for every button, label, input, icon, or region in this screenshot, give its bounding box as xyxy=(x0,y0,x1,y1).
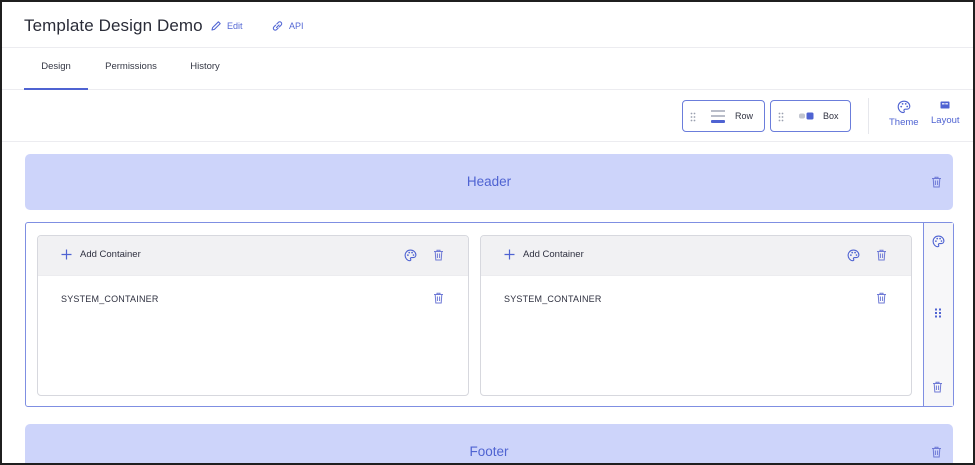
plus-icon xyxy=(61,249,72,260)
container-item-label: SYSTEM_CONTAINER xyxy=(504,294,602,304)
box-tool-button[interactable]: Box xyxy=(770,100,851,132)
edit-label: Edit xyxy=(227,21,243,31)
layout-label: Layout xyxy=(931,115,960,126)
tab-bar: Design Permissions History xyxy=(2,48,973,90)
title-bar: Template Design Demo Edit API xyxy=(2,2,973,48)
tab-permissions[interactable]: Permissions xyxy=(96,48,166,90)
palette-icon xyxy=(897,100,911,114)
row-icon xyxy=(711,110,725,123)
header-section[interactable]: Header xyxy=(25,154,953,210)
container-item-label: SYSTEM_CONTAINER xyxy=(61,294,159,304)
tab-history[interactable]: History xyxy=(178,48,232,90)
theme-label: Theme xyxy=(889,117,919,128)
trash-icon[interactable] xyxy=(433,249,444,261)
container-card: Add Container SYSTEM_CONTAINER xyxy=(37,235,469,396)
trash-icon[interactable] xyxy=(876,292,887,304)
trash-icon[interactable] xyxy=(932,381,943,393)
box-tool-label: Box xyxy=(823,111,839,121)
palette-icon[interactable] xyxy=(932,235,945,248)
container-card-header: Add Container xyxy=(481,236,911,276)
toolbar-divider xyxy=(868,98,869,134)
trash-icon[interactable] xyxy=(433,292,444,304)
theme-button[interactable]: Theme xyxy=(889,100,919,128)
edit-button[interactable]: Edit xyxy=(210,20,243,32)
palette-icon[interactable] xyxy=(404,249,417,262)
app-window: Template Design Demo Edit API Design Per… xyxy=(0,0,975,465)
layout-button[interactable]: Layout xyxy=(931,100,960,126)
drag-handle-icon xyxy=(778,112,784,122)
add-container-button[interactable]: Add Container xyxy=(504,249,584,260)
container-card-header: Add Container xyxy=(38,236,468,276)
layout-row[interactable]: Add Container SYSTEM_CONTAINER Add Conta… xyxy=(25,222,954,407)
pencil-icon xyxy=(211,21,221,31)
row-controls xyxy=(923,223,953,406)
trash-icon[interactable] xyxy=(876,249,887,261)
api-label: API xyxy=(289,21,304,31)
tab-design[interactable]: Design xyxy=(24,48,88,90)
plus-icon xyxy=(504,249,515,260)
trash-icon[interactable] xyxy=(931,446,942,458)
footer-section[interactable]: Footer xyxy=(25,424,953,463)
link-icon xyxy=(272,21,283,31)
layout-icon xyxy=(940,101,950,109)
row-tool-label: Row xyxy=(735,111,754,121)
header-section-title: Header xyxy=(466,174,512,189)
design-toolbar: Row Box Theme Layout xyxy=(2,90,973,142)
add-container-button[interactable]: Add Container xyxy=(61,249,141,260)
container-card: Add Container SYSTEM_CONTAINER xyxy=(480,235,912,396)
page-title: Template Design Demo xyxy=(24,16,203,35)
api-button[interactable]: API xyxy=(271,20,304,32)
add-container-label: Add Container xyxy=(80,249,141,260)
footer-section-title: Footer xyxy=(469,444,509,459)
trash-icon[interactable] xyxy=(931,176,942,188)
palette-icon[interactable] xyxy=(847,249,860,262)
box-icon xyxy=(799,112,814,120)
drag-handle-icon xyxy=(690,112,696,122)
drag-handle-icon[interactable] xyxy=(932,307,944,319)
row-tool-button[interactable]: Row xyxy=(682,100,765,132)
add-container-label: Add Container xyxy=(523,249,584,260)
